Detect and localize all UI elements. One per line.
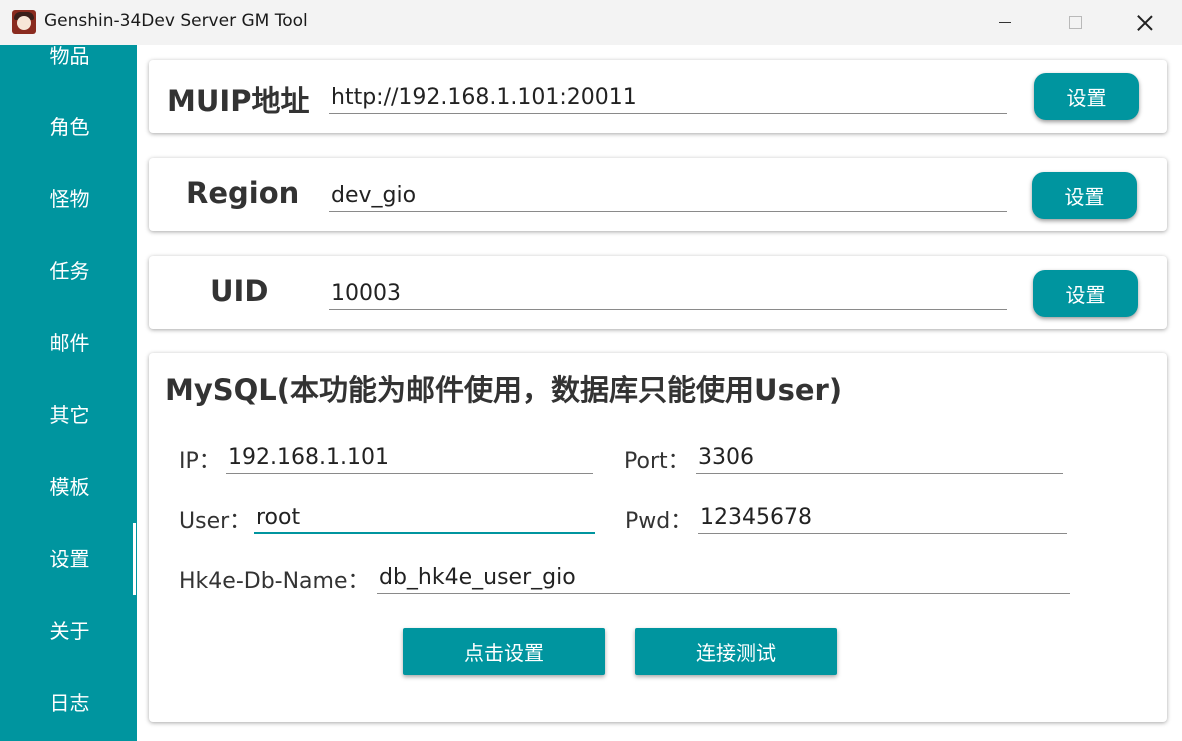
sidebar-item-templates[interactable]: 模板 [0, 467, 137, 507]
close-icon [1137, 15, 1153, 31]
minimize-icon [999, 22, 1011, 23]
muip-set-button[interactable]: 设置 [1034, 73, 1139, 120]
mysql-db-name-input[interactable] [377, 562, 1070, 594]
region-set-button[interactable]: 设置 [1032, 172, 1137, 219]
muip-card: MUIP地址 设置 [149, 60, 1167, 133]
ip-label: IP： [179, 449, 221, 474]
minimize-button[interactable] [970, 0, 1040, 45]
mysql-ip-input[interactable] [226, 442, 593, 474]
mysql-card: MySQL(本功能为邮件使用，数据库只能使用User) IP： Port： Us… [149, 353, 1167, 722]
sidebar-nav: 物品 角色 怪物 任务 邮件 其它 模板 设置 关于 日志 [0, 45, 137, 741]
settings-panel: MUIP地址 设置 Region 设置 UID 设置 MySQL(本功能为邮件使… [137, 45, 1182, 741]
sidebar-item-logs[interactable]: 日志 [0, 683, 137, 723]
maximize-button[interactable] [1040, 0, 1110, 45]
window-title: Genshin-34Dev Server GM Tool [44, 11, 308, 31]
sidebar-item-settings[interactable]: 设置 [0, 539, 137, 579]
sidebar-item-characters[interactable]: 角色 [0, 107, 137, 147]
apply-settings-button[interactable]: 点击设置 [403, 628, 605, 675]
db-name-label: Hk4e-Db-Name： [179, 569, 370, 594]
muip-address-input[interactable] [329, 82, 1007, 114]
uid-set-button[interactable]: 设置 [1033, 270, 1138, 317]
region-label: Region [186, 176, 300, 210]
sidebar-item-monsters[interactable]: 怪物 [0, 179, 137, 219]
pwd-label: Pwd： [625, 509, 693, 534]
title-bar: Genshin-34Dev Server GM Tool [0, 0, 1182, 45]
user-label: User： [179, 509, 252, 534]
region-input[interactable] [329, 180, 1007, 212]
test-connection-button[interactable]: 连接测试 [635, 628, 837, 675]
sidebar-item-mail[interactable]: 邮件 [0, 323, 137, 363]
maximize-icon [1068, 16, 1082, 29]
muip-label: MUIP地址 [167, 84, 310, 118]
sidebar-item-about[interactable]: 关于 [0, 611, 137, 651]
sidebar-item-items[interactable]: 物品 [0, 45, 137, 76]
mysql-password-input[interactable] [698, 502, 1067, 534]
uid-input[interactable] [329, 278, 1007, 310]
uid-label: UID [210, 274, 269, 308]
close-button[interactable] [1110, 0, 1180, 45]
uid-card: UID 设置 [149, 256, 1167, 329]
mysql-user-input[interactable] [254, 502, 595, 534]
selected-indicator [133, 523, 136, 595]
sidebar-item-quests[interactable]: 任务 [0, 251, 137, 291]
sidebar-item-other[interactable]: 其它 [0, 395, 137, 435]
port-label: Port： [624, 449, 690, 474]
mysql-port-input[interactable] [696, 442, 1063, 474]
mysql-section-title: MySQL(本功能为邮件使用，数据库只能使用User) [165, 373, 843, 407]
app-avatar-icon [12, 10, 36, 34]
region-card: Region 设置 [149, 158, 1167, 231]
